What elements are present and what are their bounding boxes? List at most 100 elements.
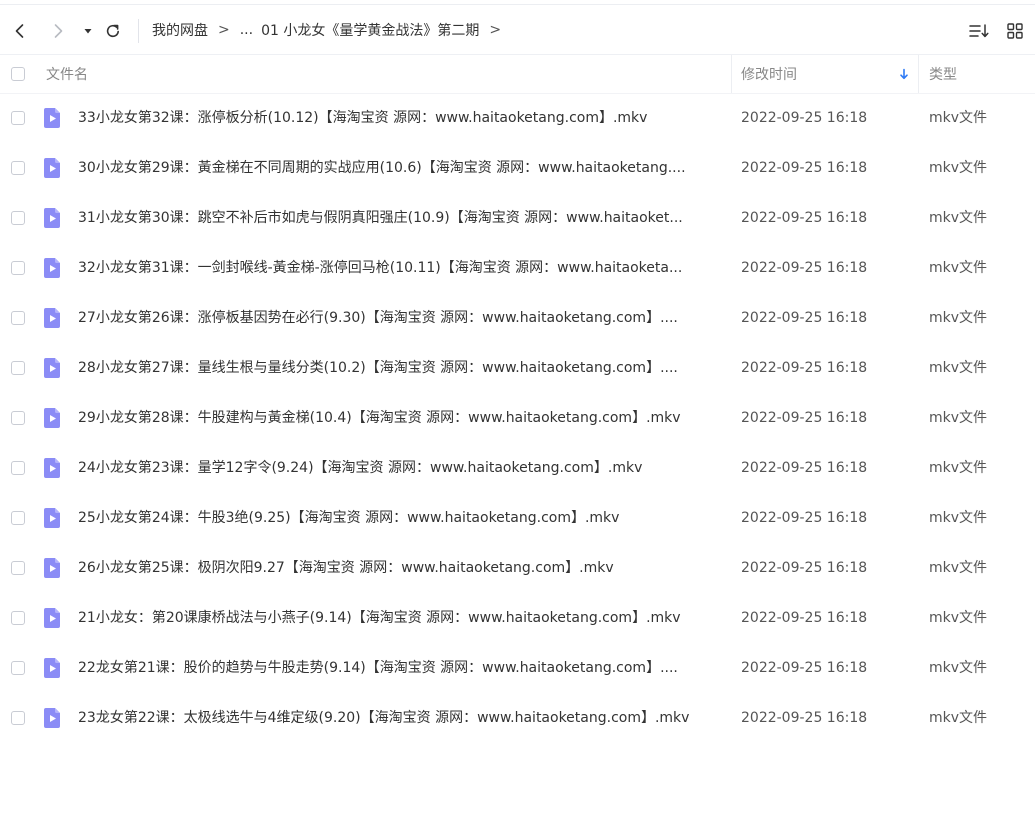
file-type: mkv文件 xyxy=(929,310,988,326)
row-checkbox[interactable] xyxy=(11,711,25,725)
file-name[interactable]: 27小龙女第26课：涨停板基因势在必行(9.30)【海淘宝资 源网：www.ha… xyxy=(78,293,728,343)
file-modified-time: 2022-09-25 16:18 xyxy=(741,160,868,176)
file-modified-time: 2022-09-25 16:18 xyxy=(741,660,868,676)
file-name[interactable]: 22龙女第21课：股价的趋势与牛股走势(9.14)【海淘宝资 源网：www.ha… xyxy=(78,643,728,693)
row-checkbox[interactable] xyxy=(11,111,25,125)
file-type: mkv文件 xyxy=(929,560,988,576)
refresh-button[interactable] xyxy=(102,20,124,42)
back-button[interactable] xyxy=(9,20,31,42)
video-file-icon xyxy=(44,558,60,578)
row-checkbox[interactable] xyxy=(11,561,25,575)
file-name[interactable]: 32小龙女第31课：一剑封喉线-黃金梯-涨停回马枪(10.11)【海淘宝资 源网… xyxy=(78,243,728,293)
table-row[interactable]: 26小龙女第25课：极阴次阳9.27【海淘宝资 源网：www.haitaoket… xyxy=(0,543,1035,593)
file-name[interactable]: 29小龙女第28课：牛股建构与黃金梯(10.4)【海淘宝资 源网：www.hai… xyxy=(78,393,728,443)
video-file-icon xyxy=(44,608,60,628)
toolbar: 我的网盘 > ... 01 小龙女《量学黄金战法》第二期 > xyxy=(0,6,1035,54)
row-checkbox[interactable] xyxy=(11,411,25,425)
table-row[interactable]: 28小龙女第27课：量线生根与量线分类(10.2)【海淘宝资 源网：www.ha… xyxy=(0,343,1035,393)
file-type: mkv文件 xyxy=(929,260,988,276)
breadcrumb-item-current[interactable]: 01 小龙女《量学黄金战法》第二期 xyxy=(261,20,479,40)
video-file-icon xyxy=(44,708,60,728)
file-modified-time: 2022-09-25 16:18 xyxy=(741,260,868,276)
row-checkbox[interactable] xyxy=(11,211,25,225)
file-type: mkv文件 xyxy=(929,460,988,476)
file-name[interactable]: 24小龙女第23课：量学12字令(9.24)【海淘宝资 源网：www.haita… xyxy=(78,443,728,493)
breadcrumb-separator: > xyxy=(489,22,502,38)
file-name[interactable]: 28小龙女第27课：量线生根与量线分类(10.2)【海淘宝资 源网：www.ha… xyxy=(78,343,728,393)
file-type: mkv文件 xyxy=(929,110,988,126)
row-checkbox[interactable] xyxy=(11,661,25,675)
sort-desc-icon[interactable] xyxy=(899,55,909,93)
breadcrumb-item-ellipsis[interactable]: ... xyxy=(240,22,253,38)
column-divider[interactable] xyxy=(918,55,919,93)
table-row[interactable]: 33小龙女第32课：涨停板分析(10.12)【海淘宝资 源网：www.haita… xyxy=(0,93,1035,143)
column-divider[interactable] xyxy=(731,55,732,93)
table-row[interactable]: 25小龙女第24课：牛股3绝(9.25)【海淘宝资 源网：www.haitaok… xyxy=(0,493,1035,543)
table-header: 文件名 修改时间 类型 xyxy=(0,54,1035,94)
history-dropdown-button[interactable] xyxy=(77,20,99,42)
file-name[interactable]: 25小龙女第24课：牛股3绝(9.25)【海淘宝资 源网：www.haitaok… xyxy=(78,493,728,543)
table-row[interactable]: 24小龙女第23课：量学12字令(9.24)【海淘宝资 源网：www.haita… xyxy=(0,443,1035,493)
chevron-left-icon xyxy=(15,24,24,38)
file-modified-time: 2022-09-25 16:18 xyxy=(741,710,868,726)
file-modified-time: 2022-09-25 16:18 xyxy=(741,310,868,326)
toolbar-separator xyxy=(138,19,139,43)
row-checkbox[interactable] xyxy=(11,161,25,175)
video-file-icon xyxy=(44,658,60,678)
table-row[interactable]: 23龙女第22课：太极线选牛与4维定级(9.20)【海淘宝资 源网：www.ha… xyxy=(0,693,1035,743)
video-file-icon xyxy=(44,108,60,128)
file-name[interactable]: 33小龙女第32课：涨停板分析(10.12)【海淘宝资 源网：www.haita… xyxy=(78,93,728,143)
table-row[interactable]: 32小龙女第31课：一剑封喉线-黃金梯-涨停回马枪(10.11)【海淘宝资 源网… xyxy=(0,243,1035,293)
select-all-checkbox[interactable] xyxy=(11,67,25,81)
file-name[interactable]: 30小龙女第29课：黃金梯在不同周期的实战应用(10.6)【海淘宝资 源网：ww… xyxy=(78,143,728,193)
file-type: mkv文件 xyxy=(929,660,988,676)
file-modified-time: 2022-09-25 16:18 xyxy=(741,610,868,626)
file-type: mkv文件 xyxy=(929,160,988,176)
row-checkbox[interactable] xyxy=(11,461,25,475)
file-type: mkv文件 xyxy=(929,410,988,426)
file-name[interactable]: 31小龙女第30课：跳空不补后市如虎与假阴真阳强庄(10.9)【海淘宝资 源网：… xyxy=(78,193,728,243)
table-row[interactable]: 27小龙女第26课：涨停板基因势在必行(9.30)【海淘宝资 源网：www.ha… xyxy=(0,293,1035,343)
video-file-icon xyxy=(44,508,60,528)
row-checkbox[interactable] xyxy=(11,361,25,375)
video-file-icon xyxy=(44,158,60,178)
file-modified-time: 2022-09-25 16:18 xyxy=(741,110,868,126)
file-type: mkv文件 xyxy=(929,510,988,526)
table-row[interactable]: 21小龙女：第20课康桥战法与小燕子(9.14)【海淘宝资 源网：www.hai… xyxy=(0,593,1035,643)
file-modified-time: 2022-09-25 16:18 xyxy=(741,210,868,226)
video-file-icon xyxy=(44,258,60,278)
table-row[interactable]: 22龙女第21课：股价的趋势与牛股走势(9.14)【海淘宝资 源网：www.ha… xyxy=(0,643,1035,693)
file-type: mkv文件 xyxy=(929,710,988,726)
file-modified-time: 2022-09-25 16:18 xyxy=(741,510,868,526)
video-file-icon xyxy=(44,308,60,328)
file-modified-time: 2022-09-25 16:18 xyxy=(741,410,868,426)
view-toggle-button[interactable] xyxy=(1003,19,1027,43)
column-header-modified[interactable]: 修改时间 xyxy=(741,55,797,93)
row-checkbox[interactable] xyxy=(11,611,25,625)
forward-button[interactable] xyxy=(47,20,69,42)
file-type: mkv文件 xyxy=(929,610,988,626)
video-file-icon xyxy=(44,458,60,478)
grid-view-icon xyxy=(1007,23,1023,39)
video-file-icon xyxy=(44,208,60,228)
file-name[interactable]: 23龙女第22课：太极线选牛与4维定级(9.20)【海淘宝资 源网：www.ha… xyxy=(78,693,728,743)
row-checkbox[interactable] xyxy=(11,511,25,525)
video-file-icon xyxy=(44,358,60,378)
file-modified-time: 2022-09-25 16:18 xyxy=(741,360,868,376)
file-modified-time: 2022-09-25 16:18 xyxy=(741,560,868,576)
video-file-icon xyxy=(44,408,60,428)
row-checkbox[interactable] xyxy=(11,311,25,325)
column-header-name[interactable]: 文件名 xyxy=(46,55,88,93)
table-row[interactable]: 29小龙女第28课：牛股建构与黃金梯(10.4)【海淘宝资 源网：www.hai… xyxy=(0,393,1035,443)
breadcrumb-item-root[interactable]: 我的网盘 xyxy=(152,20,208,40)
refresh-icon xyxy=(106,24,119,38)
file-name[interactable]: 26小龙女第25课：极阴次阳9.27【海淘宝资 源网：www.haitaoket… xyxy=(78,543,728,593)
table-row[interactable]: 31小龙女第30课：跳空不补后市如虎与假阴真阳强庄(10.9)【海淘宝资 源网：… xyxy=(0,193,1035,243)
sort-button[interactable] xyxy=(967,19,991,43)
top-divider xyxy=(0,4,1035,5)
breadcrumb-separator: > xyxy=(218,22,230,38)
table-row[interactable]: 30小龙女第29课：黃金梯在不同周期的实战应用(10.6)【海淘宝资 源网：ww… xyxy=(0,143,1035,193)
file-name[interactable]: 21小龙女：第20课康桥战法与小燕子(9.14)【海淘宝资 源网：www.hai… xyxy=(78,593,728,643)
row-checkbox[interactable] xyxy=(11,261,25,275)
column-header-type[interactable]: 类型 xyxy=(929,55,957,93)
